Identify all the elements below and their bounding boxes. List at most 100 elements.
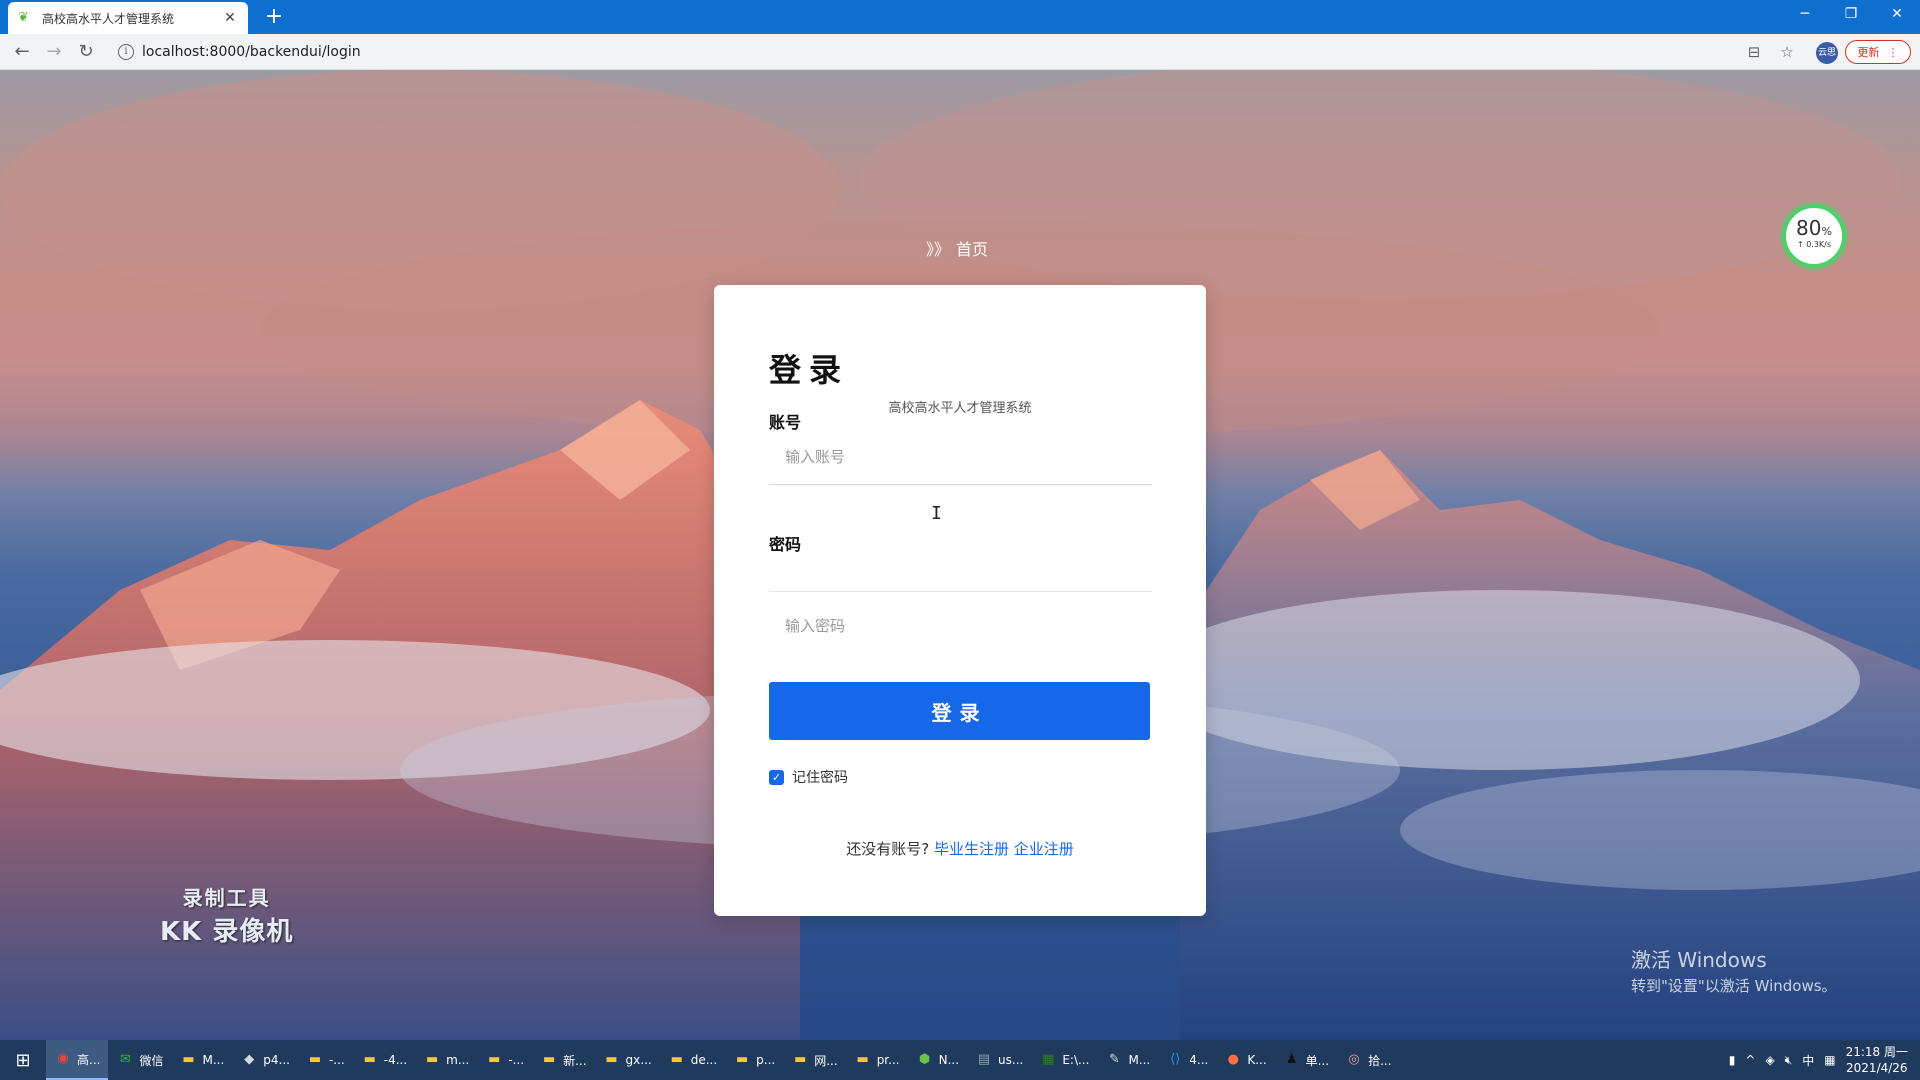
taskbar-item[interactable]: ✉ 微信 [108,1040,171,1080]
speed-rate: ↑ 0.3K/s [1796,240,1832,249]
taskbar-item[interactable]: ▬ gx... [595,1040,660,1080]
remember-checkbox[interactable]: ✓ [769,769,784,785]
taskbar-item[interactable]: ▬ -... [477,1040,532,1080]
windows-start-icon[interactable]: ⊞ [0,1040,46,1080]
wechat-icon: ✉ [120,1052,131,1067]
taskbar-item-label: us... [998,1053,1024,1067]
clock-time: 21:18 周一 [1845,1045,1908,1059]
company-register-link[interactable]: 企业注册 [1014,840,1074,858]
activate-title: 激活 Windows [1631,948,1767,972]
folder-icon: ▬ [488,1052,501,1067]
taskbar-item-label: 4... [1189,1053,1209,1067]
taskbar-item-label: K... [1247,1053,1267,1067]
new-tab-button[interactable]: + [260,4,288,32]
activate-hint: 转到"设置"以激活 Windows。 [1631,977,1837,995]
taskbar-item[interactable]: ▬ 新... [532,1040,594,1080]
folder-icon: ▬ [308,1052,322,1067]
folder-icon: ▬ [670,1052,683,1067]
watermark-line1: 录制工具 [182,886,271,910]
back-arrow-icon[interactable]: ← [10,40,34,64]
browser-tab-strip: ❦ 高校高水平人才管理系统 ✕ + ─ ❐ ✕ [0,0,1920,34]
taskbar-item[interactable]: ⟨⟩ 4... [1158,1040,1216,1080]
taskbar-item[interactable]: ▬ m... [415,1040,477,1080]
taskbar-item[interactable]: ● K... [1216,1040,1274,1080]
update-button[interactable]: 更新 ⋮ [1845,40,1911,64]
taskbar-item[interactable]: ▬ p... [725,1040,783,1080]
taskbar-item[interactable]: ✎ M... [1097,1040,1158,1080]
taskbar-item[interactable]: ▦ E:\... [1031,1040,1097,1080]
folder-icon: ▬ [794,1052,807,1067]
capture-icon: ◎ [1348,1052,1360,1067]
taskbar-item[interactable]: ◆ p4... [232,1040,298,1080]
browser-tab[interactable]: ❦ 高校高水平人才管理系统 ✕ [8,2,248,34]
close-tab-icon[interactable]: ✕ [222,10,238,26]
reload-icon[interactable]: ↻ [74,40,98,64]
system-clock[interactable]: 21:18 周一 2021/4/26 [1846,1044,1908,1076]
breadcrumb-home-link[interactable]: 首页 [956,236,988,260]
taskbar-item-label: 微信 [139,1053,164,1068]
battery-icon[interactable]: ▮ [1729,1053,1736,1067]
folder-icon: ▬ [856,1052,869,1067]
remember-password-row[interactable]: ✓ 记住密码 [769,767,848,787]
bookmark-star-icon[interactable]: ☆ [1777,42,1797,62]
close-window-button[interactable]: ✕ [1874,0,1920,30]
taskbar-item-label: 拾... [1368,1053,1392,1068]
system-tray: ▮ ^ ◈ 🔇︎ 中 ▦ 21:18 周一 2021/4/26 [1729,1040,1920,1080]
taskbar-item[interactable]: ▬ pr... [846,1040,908,1080]
node-icon: ⬢ [918,1052,931,1067]
taskbar-item[interactable]: ▬ 网... [783,1040,845,1080]
url-text: localhost:8000/backendui/login [142,44,361,60]
volume-mute-icon[interactable]: 🔇︎ [1785,1053,1793,1068]
field-divider [769,591,1152,592]
network-icon[interactable]: ◈ [1765,1053,1774,1067]
address-toolbar: ← → ↻ i localhost:8000/backendui/login ⊟… [0,34,1920,70]
kebab-menu-icon[interactable]: ⋮ [1888,46,1899,59]
keyboard-icon[interactable]: ▦ [1824,1053,1835,1067]
taskbar-item[interactable]: ⬢ N... [908,1040,967,1080]
text-cursor-icon: I [931,503,942,524]
taskbar-item[interactable]: ▬ M... [171,1040,232,1080]
app-icon: ◆ [244,1052,255,1067]
taskbar-item[interactable]: ◉ 高... [46,1040,109,1080]
taskbar-item[interactable]: ♟ 单... [1275,1040,1337,1080]
taskbar-item[interactable]: ▤ us... [967,1040,1031,1080]
graduate-register-link[interactable]: 毕业生注册 [934,840,1009,858]
account-input[interactable]: 输入账号 [769,429,1152,485]
forward-arrow-icon[interactable]: → [42,40,66,64]
taskbar-item-label: 网... [814,1053,838,1068]
network-speed-widget[interactable]: 80% ↑ 0.3K/s [1782,204,1846,268]
taskbar-item-label: 单... [1305,1053,1330,1068]
qq-icon: ♟ [1285,1052,1298,1067]
taskbar-item-label: N... [938,1053,960,1067]
register-prompt-row: 还没有账号? 毕业生注册 企业注册 [714,838,1206,859]
login-button[interactable]: 登录 [769,682,1150,740]
site-info-icon[interactable]: i [118,44,134,60]
pen-icon: ✎ [1109,1052,1120,1067]
remember-password-label: 记住密码 [792,770,848,786]
taskbar-item[interactable]: ▬ de... [660,1040,725,1080]
taskbar-item-label: p4... [263,1053,290,1067]
minimize-window-button[interactable]: ─ [1782,0,1828,30]
taskbar-item[interactable]: ▬ -4... [353,1040,415,1080]
url-bar[interactable]: i localhost:8000/backendui/login [110,38,1770,66]
taskbar: ⊞ ◉ 高... ✉ 微信 ▬ M... ◆ p4... ▬ -... ▬ -4... ▬ m... ▬ -.… [0,1040,1920,1080]
taskbar-item[interactable]: ◎ 拾... [1337,1040,1399,1080]
profile-avatar[interactable]: 云思 [1816,42,1838,64]
tray-expand-icon[interactable]: ^ [1745,1053,1755,1067]
taskbar-item-label: 高... [77,1052,101,1067]
translate-icon[interactable]: ⊟ [1744,42,1764,62]
restore-window-button[interactable]: ❐ [1828,0,1874,30]
sheet-icon: ▦ [1042,1052,1055,1067]
folder-icon: ▬ [426,1052,439,1067]
input-method[interactable]: 中 [1802,1052,1814,1069]
taskbar-item-label: -4... [383,1053,408,1067]
folder-icon: ▬ [363,1052,376,1067]
recorder-watermark: 录制工具 KK 录像机 [160,882,293,948]
speed-percent-unit: % [1821,225,1832,238]
tab-title: 高校高水平人才管理系统 [42,11,175,26]
taskbar-item[interactable]: ▬ -... [298,1040,353,1080]
folder-icon: ▬ [542,1052,556,1067]
taskbar-apps: ◉ 高... ✉ 微信 ▬ M... ◆ p4... ▬ -... ▬ -4... ▬ m... ▬ -...… [46,1040,1400,1080]
password-input[interactable]: 输入密码 [769,597,1152,653]
taskbar-item-label: -... [328,1053,345,1067]
